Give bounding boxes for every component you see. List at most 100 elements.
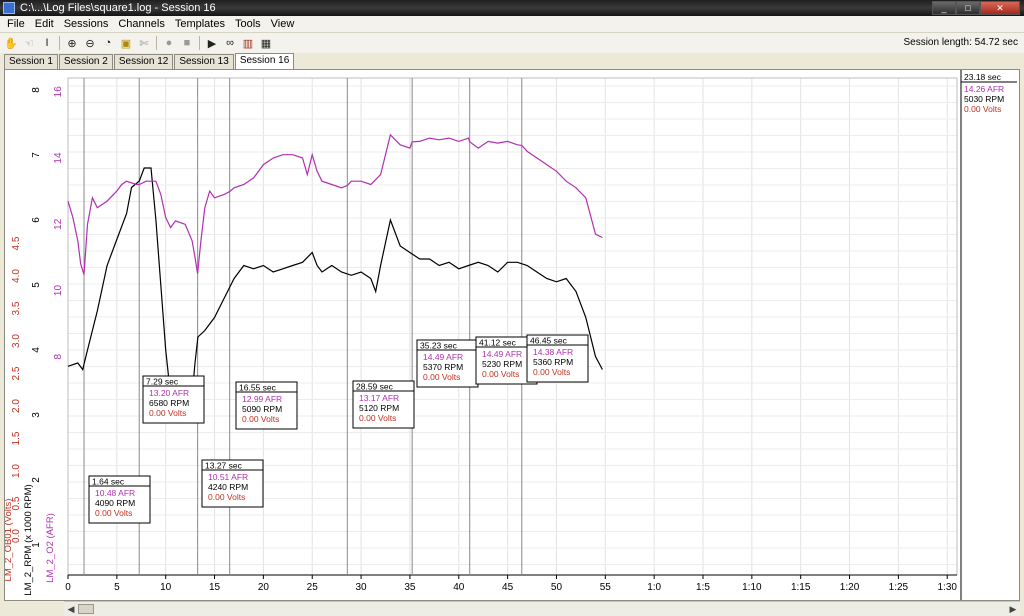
menu-file[interactable]: File [2, 17, 30, 32]
cursor-box-afr: 13.20 AFR [149, 388, 189, 398]
cursor-box-afr: 14.49 AFR [482, 349, 522, 359]
toolbar-separator [199, 36, 200, 50]
cursor-box-time: 46.45 sec [530, 336, 568, 346]
chart-svg[interactable]: 0 5 10 15 20 25 30 35 40 45 50 55 1:0 1:5 1:10 1:15 1:20… [3, 70, 1019, 600]
scroll-right-icon[interactable]: ▶ [1006, 602, 1020, 616]
zoom-in-icon[interactable]: ⊕ [63, 34, 81, 52]
x-tick-label: 0 [65, 582, 71, 593]
chart-panel[interactable]: 0 5 10 15 20 25 30 35 40 45 50 55 1:0 1:5 1:10 1:15 1:20… [3, 69, 1020, 601]
cursor-box-time: 35.23 sec [420, 341, 458, 351]
x-tick-label: 1:10 [742, 582, 762, 593]
cursor-box-volts: 0.00 Volts [533, 367, 570, 377]
cursor-box-afr: 14.38 AFR [533, 347, 573, 357]
zoom-out-icon[interactable]: ⊖ [81, 34, 99, 52]
y-tick-label: 2 [31, 477, 42, 483]
menu-edit[interactable]: Edit [30, 17, 59, 32]
zoom-reset-icon[interactable]: ◔ [99, 34, 117, 52]
x-tick-label: 45 [502, 582, 514, 593]
cursor-box-afr: 10.48 AFR [95, 488, 135, 498]
cursor-box-rpm: 5230 RPM [482, 359, 522, 369]
scroll-left-icon[interactable]: ◀ [64, 602, 78, 616]
app-icon [3, 2, 15, 14]
y-tick-label: 3.0 [11, 334, 22, 348]
minimize-button[interactable]: _ [932, 1, 956, 15]
cursor-box-volts: 0.00 Volts [242, 414, 279, 424]
table-icon[interactable]: ▦ [257, 34, 275, 52]
menu-sessions[interactable]: Sessions [59, 17, 114, 32]
tab-session-2[interactable]: Session 2 [58, 54, 113, 69]
cursor-box-rpm: 5370 RPM [423, 362, 463, 372]
tab-session-13[interactable]: Session 13 [174, 54, 234, 69]
marker-icon[interactable]: ▣ [117, 34, 135, 52]
binoculars-icon[interactable]: ∞ [221, 34, 239, 52]
tab-session-16[interactable]: Session 16 [234, 53, 295, 69]
menu-bar: File Edit Sessions Channels Templates To… [0, 16, 1024, 33]
cursor-box-rpm: 5120 RPM [359, 403, 399, 413]
cursor-box-afr: 12.99 AFR [242, 394, 282, 404]
cursor-box-volts: 0.00 Volts [208, 492, 245, 502]
session-length: Session length: 54.72 sec [903, 37, 1018, 48]
x-tick-label: 40 [453, 582, 465, 593]
x-tick-label: 10 [160, 582, 172, 593]
play-icon[interactable]: ▶ [203, 34, 221, 52]
tab-session-12[interactable]: Session 12 [113, 54, 174, 69]
tab-session-1[interactable]: Session 1 [4, 54, 58, 69]
close-button[interactable]: ✕ [980, 1, 1020, 15]
toolbar: ✋ ☜ I ⊕ ⊖ ◔ ▣ ✄ ● ■ ▶ ∞ ▥ ▦ [0, 33, 1024, 53]
menu-tools[interactable]: Tools [230, 17, 266, 32]
y-tick-label: 5 [31, 282, 42, 288]
cursor-box-volts: 0.00 Volts [482, 369, 519, 379]
record-icon[interactable]: ● [160, 34, 178, 52]
toolbar-separator [156, 36, 157, 50]
y-tick-label: 4.0 [11, 269, 22, 283]
plot-frame [67, 77, 958, 576]
x-tick-label: 1:15 [791, 582, 811, 593]
pointer-icon[interactable]: ☜ [20, 34, 38, 52]
x-tick-label: 55 [600, 582, 612, 593]
chart-icon[interactable]: ▥ [239, 34, 257, 52]
horizontal-scrollbar[interactable]: ◀ ▶ [64, 601, 1020, 616]
cursor-box-rpm: 5090 RPM [242, 404, 282, 414]
x-tick-label: 35 [404, 582, 416, 593]
x-tick-label: 20 [258, 582, 270, 593]
cursor-box-time: 16.55 sec [239, 383, 277, 393]
y-tick-label: 2.5 [11, 366, 22, 380]
cursor-box-afr: 14.49 AFR [423, 352, 463, 362]
y-tick-label: 4.5 [11, 236, 22, 250]
readout-time: 23.18 sec [964, 72, 1002, 82]
x-tick-label: 5 [114, 582, 120, 593]
y-tick-label: 14 [53, 152, 64, 164]
y-tick-label: 3.5 [11, 301, 22, 315]
x-tick-label: 50 [551, 582, 563, 593]
cursor-box-time: 41.12 sec [479, 338, 517, 348]
x-tick-label: 1:20 [840, 582, 860, 593]
cursor-box-afr: 13.17 AFR [359, 393, 399, 403]
text-cursor-icon[interactable]: I [38, 34, 56, 52]
stop-icon[interactable]: ■ [178, 34, 196, 52]
x-tick-label: 25 [307, 582, 319, 593]
y-tick-label: 1.0 [11, 464, 22, 478]
cursor-box-volts: 0.00 Volts [149, 408, 186, 418]
cursor-box-volts: 0.00 Volts [423, 372, 460, 382]
x-tick-label: 30 [356, 582, 368, 593]
cursor-box-rpm: 4090 RPM [95, 498, 135, 508]
y-tick-label: 6 [31, 217, 42, 223]
hand-icon[interactable]: ✋ [2, 34, 20, 52]
x-tick-label: 1:25 [889, 582, 909, 593]
menu-channels[interactable]: Channels [113, 17, 169, 32]
delete-cursor-icon[interactable]: ✄ [135, 34, 153, 52]
y-tick-label: 4 [31, 347, 42, 353]
cursor-box-volts: 0.00 Volts [95, 508, 132, 518]
scroll-thumb[interactable] [78, 604, 94, 614]
x-tick-label: 15 [209, 582, 221, 593]
readout-volts: 0.00 Volts [964, 104, 1001, 114]
restore-button[interactable]: □ [956, 1, 980, 15]
cursor-box-time: 13.27 sec [205, 461, 243, 471]
toolbar-separator [59, 36, 60, 50]
cursor-box-afr: 10.51 AFR [208, 472, 248, 482]
menu-templates[interactable]: Templates [170, 17, 230, 32]
menu-view[interactable]: View [266, 17, 300, 32]
cursor-box-rpm: 6580 RPM [149, 398, 189, 408]
cursor-box-time: 7.29 sec [146, 377, 179, 387]
readout-rpm: 5030 RPM [964, 94, 1004, 104]
